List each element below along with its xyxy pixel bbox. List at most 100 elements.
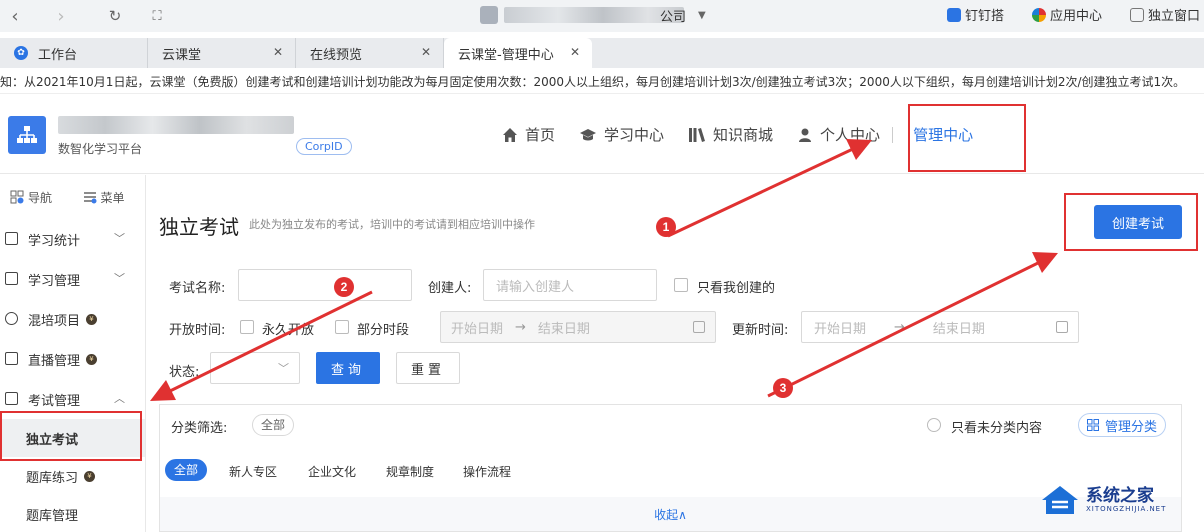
user-icon bbox=[799, 128, 812, 142]
gear-icon bbox=[5, 312, 18, 325]
live-icon bbox=[5, 352, 18, 365]
calendar-icon bbox=[693, 321, 705, 333]
category-tab-culture[interactable]: 企业文化 bbox=[308, 463, 356, 480]
nav-home[interactable]: 首页 bbox=[502, 124, 555, 145]
nav-learning-center[interactable]: 学习中心 bbox=[579, 124, 664, 145]
sidebar-item-learning-stats[interactable]: 学习统计 ﹀ bbox=[0, 219, 145, 259]
arrow-right-icon: → bbox=[515, 319, 526, 335]
address-suffix: 公司 bbox=[660, 9, 687, 25]
exam-icon bbox=[5, 392, 18, 405]
nav-personal-center[interactable]: 个人中心 bbox=[797, 124, 880, 145]
only-uncategorized-radio[interactable] bbox=[927, 418, 941, 432]
open-date-range[interactable]: 开始日期 → 结束日期 bbox=[440, 311, 716, 343]
sidebar-sub-question-practice[interactable]: 题库练习 ¥ bbox=[0, 457, 145, 495]
create-exam-button[interactable]: 创建考试 bbox=[1094, 205, 1182, 239]
only-mine-checkbox[interactable] bbox=[674, 278, 688, 292]
partial-time-checkbox[interactable] bbox=[335, 320, 349, 334]
sidebar-menu-toggle[interactable]: 菜单 bbox=[83, 189, 146, 206]
sidebar-item-live-manage[interactable]: 直播管理 ¥ bbox=[0, 339, 145, 379]
nav-divider bbox=[892, 126, 894, 143]
reload-icon[interactable]: ↻ bbox=[102, 3, 128, 29]
sidebar-item-learning-manage[interactable]: 学习管理 ﹀ bbox=[0, 259, 145, 299]
books-icon bbox=[689, 127, 706, 142]
tab-cloud-class[interactable]: 云课堂 ✕ bbox=[148, 38, 296, 68]
end-date-placeholder: 结束日期 bbox=[932, 321, 985, 337]
update-time-label: 更新时间: bbox=[732, 323, 789, 338]
chevron-down-icon[interactable]: ▼ bbox=[698, 10, 706, 21]
chevron-down-icon: ﹀ bbox=[114, 272, 125, 285]
menu-icon bbox=[83, 192, 96, 204]
book-icon bbox=[5, 272, 18, 285]
app-center-button[interactable]: 应用中心 bbox=[1031, 5, 1102, 24]
reset-button[interactable]: 重置 bbox=[396, 352, 460, 384]
chevron-down-icon: ﹀ bbox=[114, 232, 125, 245]
corpid-badge[interactable]: CorpID bbox=[296, 138, 352, 155]
tab-admin-center[interactable]: 云课堂-管理中心 ✕ bbox=[444, 38, 592, 68]
site-header: 数智化学习平台 CorpID 首页 学习中心 知识商城 个人中心 管理中心 bbox=[0, 96, 1204, 174]
close-icon[interactable]: ✕ bbox=[273, 45, 283, 59]
tab-workbench[interactable]: ✿ 工作台 bbox=[0, 38, 148, 68]
sidebar-item-exam-manage[interactable]: 考试管理 ︿ bbox=[0, 379, 145, 419]
tab-online-preview[interactable]: 在线预览 ✕ bbox=[296, 38, 444, 68]
fullscreen-icon[interactable]: ⛶ bbox=[144, 3, 170, 29]
nav-admin-center[interactable]: 管理中心 bbox=[913, 124, 973, 145]
sidebar-nav-toggle[interactable]: 导航 bbox=[10, 189, 73, 206]
calendar-icon bbox=[1056, 321, 1068, 333]
grid-icon bbox=[1087, 419, 1099, 431]
category-filter-panel: 分类筛选: 全部 只看未分类内容 管理分类 全部 新人专区 企业文化 规章制度 … bbox=[159, 404, 1182, 532]
query-button[interactable]: 查询 bbox=[316, 352, 380, 384]
sidebar: 导航 菜单 学习统计 ﹀ 学习管理 ﹀ 混培项目 ¥ 直播管理 ¥ 考试管理 ︿… bbox=[0, 175, 146, 532]
page-title: 独立考试 bbox=[159, 215, 239, 239]
tab-strip: ✿ 工作台 云课堂 ✕ 在线预览 ✕ 云课堂-管理中心 ✕ bbox=[0, 38, 1204, 68]
update-date-range[interactable]: 开始日期 → 结束日期 bbox=[801, 311, 1079, 343]
close-icon[interactable]: ✕ bbox=[421, 45, 431, 59]
org-subtitle: 数智化学习平台 bbox=[58, 142, 143, 156]
forward-icon[interactable]: › bbox=[48, 3, 74, 29]
creator-input[interactable]: 请输入创建人 bbox=[483, 269, 657, 301]
vip-badge: ¥ bbox=[86, 313, 98, 325]
filter-all-pill[interactable]: 全部 bbox=[252, 414, 295, 436]
status-label: 状态: bbox=[169, 365, 200, 380]
sidebar-item-blended-project[interactable]: 混培项目 ¥ bbox=[0, 299, 145, 339]
standalone-window-button[interactable]: 独立窗口 bbox=[1129, 5, 1200, 24]
open-time-label: 开放时间: bbox=[169, 323, 226, 338]
start-date-placeholder: 开始日期 bbox=[814, 321, 867, 337]
category-tab-newcomer[interactable]: 新人专区 bbox=[229, 463, 277, 480]
nav-icon bbox=[10, 190, 24, 204]
manage-category-button[interactable]: 管理分类 bbox=[1078, 413, 1167, 437]
org-logo bbox=[8, 116, 46, 154]
nav-knowledge-mall[interactable]: 知识商城 bbox=[688, 124, 773, 145]
filter-label: 分类筛选: bbox=[171, 421, 228, 436]
main-content: 独立考试 此处为独立发布的考试，培训中的考试请到相应培训中操作 创建考试 考试名… bbox=[147, 175, 1204, 532]
site-icon bbox=[480, 6, 498, 24]
arrow-right-icon: → bbox=[894, 319, 905, 335]
status-select[interactable]: ﹀ bbox=[210, 352, 300, 384]
chart-icon bbox=[5, 232, 18, 245]
dingda-icon bbox=[946, 7, 961, 22]
partial-time-label: 部分时段 bbox=[357, 323, 410, 338]
sidebar-sub-question-bank[interactable]: 题库管理 bbox=[0, 495, 145, 532]
hierarchy-icon bbox=[17, 126, 37, 143]
category-tab-rules[interactable]: 规章制度 bbox=[386, 463, 434, 480]
app-logo-icon: ✿ bbox=[14, 46, 28, 60]
dingdingda-button[interactable]: 钉钉搭 bbox=[946, 5, 1004, 24]
chevron-down-icon: ﹀ bbox=[278, 362, 289, 375]
app-center-icon bbox=[1031, 7, 1046, 22]
close-icon[interactable]: ✕ bbox=[570, 45, 580, 59]
sidebar-sub-standalone-exam[interactable]: 独立考试 bbox=[0, 419, 145, 457]
vip-badge: ¥ bbox=[86, 353, 98, 365]
notice-text: 通知：从2021年10月1日起，云课堂（免费版）创建考试和创建培训计划功能改为每… bbox=[0, 75, 1186, 89]
back-icon[interactable]: ‹ bbox=[2, 3, 28, 29]
top-nav: 首页 学习中心 知识商城 个人中心 管理中心 bbox=[502, 124, 973, 145]
collapse-button[interactable]: 收起∧ bbox=[160, 497, 1181, 531]
only-mine-label: 只看我创建的 bbox=[697, 281, 776, 296]
exam-name-input[interactable] bbox=[238, 269, 412, 301]
address-bar[interactable]: 公司 ▼ bbox=[480, 4, 706, 26]
org-name-blurred bbox=[58, 116, 294, 134]
page-description: 此处为独立发布的考试，培训中的考试请到相应培训中操作 bbox=[249, 218, 535, 231]
category-tab-process[interactable]: 操作流程 bbox=[463, 463, 511, 480]
graduation-cap-icon bbox=[580, 128, 597, 140]
category-tab-all[interactable]: 全部 bbox=[165, 459, 208, 481]
forever-open-checkbox[interactable] bbox=[240, 320, 254, 334]
address-blurred bbox=[504, 7, 684, 23]
